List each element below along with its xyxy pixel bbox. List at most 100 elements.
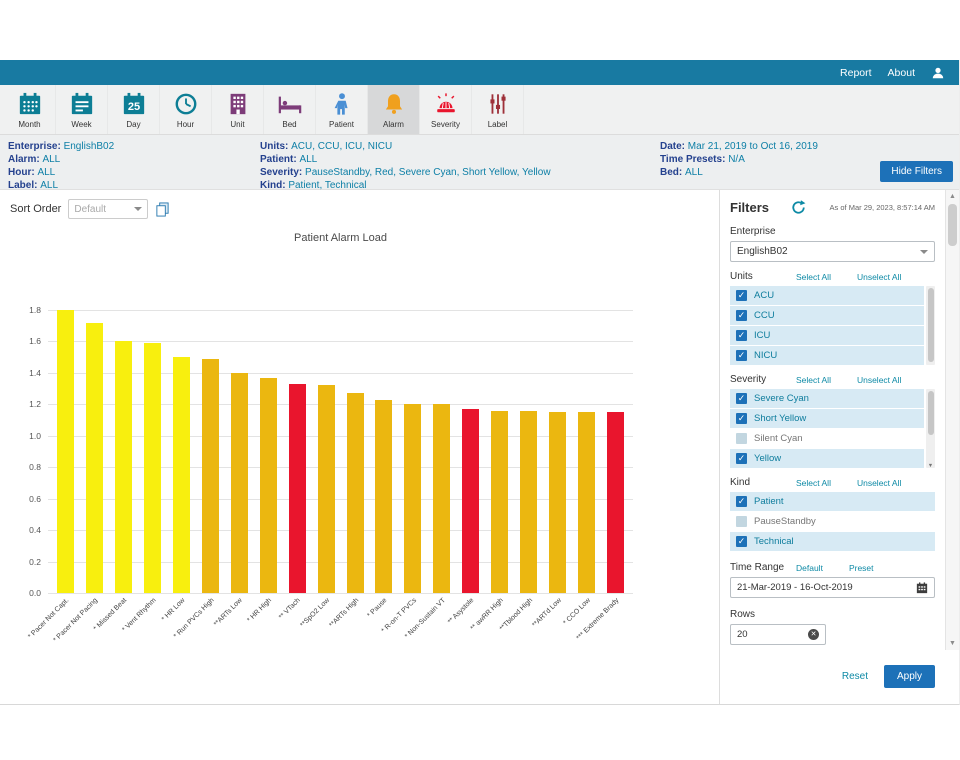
filter-option-silent-cyan[interactable]: Silent Cyan (730, 429, 924, 448)
copy-icon[interactable] (155, 202, 170, 217)
user-icon[interactable] (931, 66, 945, 80)
summary-row: Severity: PauseStandby, Red, Severe Cyan… (260, 166, 660, 179)
scroll-down-arrow[interactable]: ▼ (946, 637, 959, 650)
checkbox[interactable]: ✓ (736, 536, 747, 547)
reset-link[interactable]: Reset (842, 671, 868, 682)
scroll-down-arrow[interactable]: ▼ (926, 463, 935, 469)
bar--missed-beat[interactable] (115, 341, 132, 593)
scrollbar-thumb[interactable] (928, 391, 934, 435)
time-range-input[interactable] (737, 582, 912, 593)
top-navbar: Report About (0, 60, 959, 85)
bar--non-sustain-vt[interactable] (433, 404, 450, 593)
chevron-down-icon (920, 250, 928, 254)
toolbar-bed-button[interactable]: Bed (264, 85, 316, 134)
scrollbar-thumb[interactable] (948, 204, 957, 246)
bar--vent-rhythm[interactable] (144, 343, 161, 593)
time-range-default-link[interactable]: Default (796, 563, 823, 573)
bar--cco-low[interactable] (578, 412, 595, 593)
filter-option-patient[interactable]: ✓Patient (730, 492, 935, 511)
checkbox[interactable]: ✓ (736, 310, 747, 321)
units-select-all-link[interactable]: Select All (796, 272, 831, 282)
toolbar-label-button[interactable]: Label (472, 85, 524, 134)
gridline (48, 467, 633, 468)
units-list-scrollbar[interactable] (926, 286, 935, 365)
filter-option-pausestandby[interactable]: PauseStandby (730, 512, 935, 531)
rows-label: Rows (730, 609, 935, 620)
bar--awrr-high[interactable] (491, 411, 508, 593)
y-tick-label: 0.0 (29, 588, 41, 598)
refresh-icon[interactable] (791, 200, 806, 215)
toolbar-patient-button[interactable]: Patient (316, 85, 368, 134)
time-range-preset-link[interactable]: Preset (849, 563, 874, 573)
units-list: ✓ACU✓CCU✓ICU✓NICU (730, 286, 935, 365)
bar--arts-low[interactable] (231, 373, 248, 593)
checkbox[interactable]: ✓ (736, 453, 747, 464)
bar--spo2-low[interactable] (318, 385, 335, 593)
checkbox[interactable] (736, 516, 747, 527)
checkbox[interactable]: ✓ (736, 413, 747, 424)
severity-select-all-link[interactable]: Select All (796, 375, 831, 385)
svg-text:25: 25 (127, 101, 139, 113)
kind-select-all-link[interactable]: Select All (796, 478, 831, 488)
about-link[interactable]: About (888, 67, 915, 79)
y-tick-label: 1.2 (29, 399, 41, 409)
bar--pacer-not-pacing[interactable] (86, 323, 103, 593)
bar--pacer-not-capt-[interactable] (57, 310, 74, 593)
bar--vtach[interactable] (289, 384, 306, 593)
bar--artd-low[interactable] (549, 412, 566, 593)
bar--pause[interactable] (375, 400, 392, 593)
y-tick-label: 1.6 (29, 336, 41, 346)
filter-option-yellow[interactable]: ✓Yellow (730, 449, 924, 468)
time-range-input-box (730, 577, 935, 598)
vertical-scrollbar[interactable]: ▲ ▼ (945, 190, 959, 650)
chart-region: Sort Order Default Patient Alarm Load * … (0, 190, 719, 704)
enterprise-select[interactable]: EnglishB02 (730, 241, 935, 262)
filters-header: Filters As of Mar 29, 2023, 8:57:14 AM (730, 200, 935, 215)
bar--tblood-high[interactable] (520, 411, 537, 593)
report-link[interactable]: Report (840, 67, 872, 79)
severity-unselect-all-link[interactable]: Unselect All (857, 375, 901, 385)
bar--run-pvcs-high[interactable] (202, 359, 219, 593)
bar--arts-high[interactable] (347, 393, 364, 593)
scroll-up-arrow[interactable]: ▲ (946, 190, 959, 203)
checkbox[interactable]: ✓ (736, 290, 747, 301)
toolbar-day-button[interactable]: 25 Day (108, 85, 160, 134)
bar--r-on-t-pvcs[interactable] (404, 404, 421, 593)
toolbar-severity-button[interactable]: Severity (420, 85, 472, 134)
scrollbar-thumb[interactable] (928, 288, 934, 362)
filter-option-severe-cyan[interactable]: ✓Severe Cyan (730, 389, 924, 408)
toolbar-alarm-button[interactable]: Alarm (368, 85, 420, 134)
checkbox-label: Silent Cyan (754, 433, 803, 444)
checkbox[interactable] (736, 433, 747, 444)
units-unselect-all-link[interactable]: Unselect All (857, 272, 901, 282)
rows-input[interactable] (737, 629, 804, 640)
checkbox[interactable]: ✓ (736, 350, 747, 361)
checkbox[interactable]: ✓ (736, 496, 747, 507)
checkbox[interactable]: ✓ (736, 330, 747, 341)
severity-list-scrollbar[interactable]: ▼ (926, 389, 935, 468)
filter-option-acu[interactable]: ✓ACU (730, 286, 924, 305)
apply-button[interactable]: Apply (884, 665, 935, 688)
filter-option-ccu[interactable]: ✓ CCU (730, 306, 924, 325)
filter-option-technical[interactable]: ✓Technical (730, 532, 935, 551)
bar--asystole[interactable] (462, 409, 479, 593)
toolbar-month-button[interactable]: Month (4, 85, 56, 134)
sort-order-select[interactable]: Default (68, 199, 148, 219)
bar--extreme-brady[interactable] (607, 412, 624, 593)
filter-option-short-yellow[interactable]: ✓Short Yellow (730, 409, 924, 428)
filter-option-nicu[interactable]: ✓NICU (730, 346, 924, 365)
clear-icon[interactable]: ✕ (808, 629, 819, 640)
toolbar-week-button[interactable]: Week (56, 85, 108, 134)
checkbox-label: CCU (754, 310, 775, 321)
checkbox[interactable]: ✓ (736, 393, 747, 404)
toolbar-hour-button[interactable]: Hour (160, 85, 212, 134)
filter-option-icu[interactable]: ✓ICU (730, 326, 924, 345)
severity-label: Severity (730, 374, 796, 385)
toolbar-unit-button[interactable]: Unit (212, 85, 264, 134)
kind-unselect-all-link[interactable]: Unselect All (857, 478, 901, 488)
summary-field-value: Mar 21, 2019 to Oct 16, 2019 (688, 141, 818, 152)
bar--hr-low[interactable] (173, 357, 190, 593)
bar--hr-high[interactable] (260, 378, 277, 593)
calendar-icon[interactable] (916, 582, 928, 594)
hide-filters-button[interactable]: Hide Filters (880, 161, 953, 182)
